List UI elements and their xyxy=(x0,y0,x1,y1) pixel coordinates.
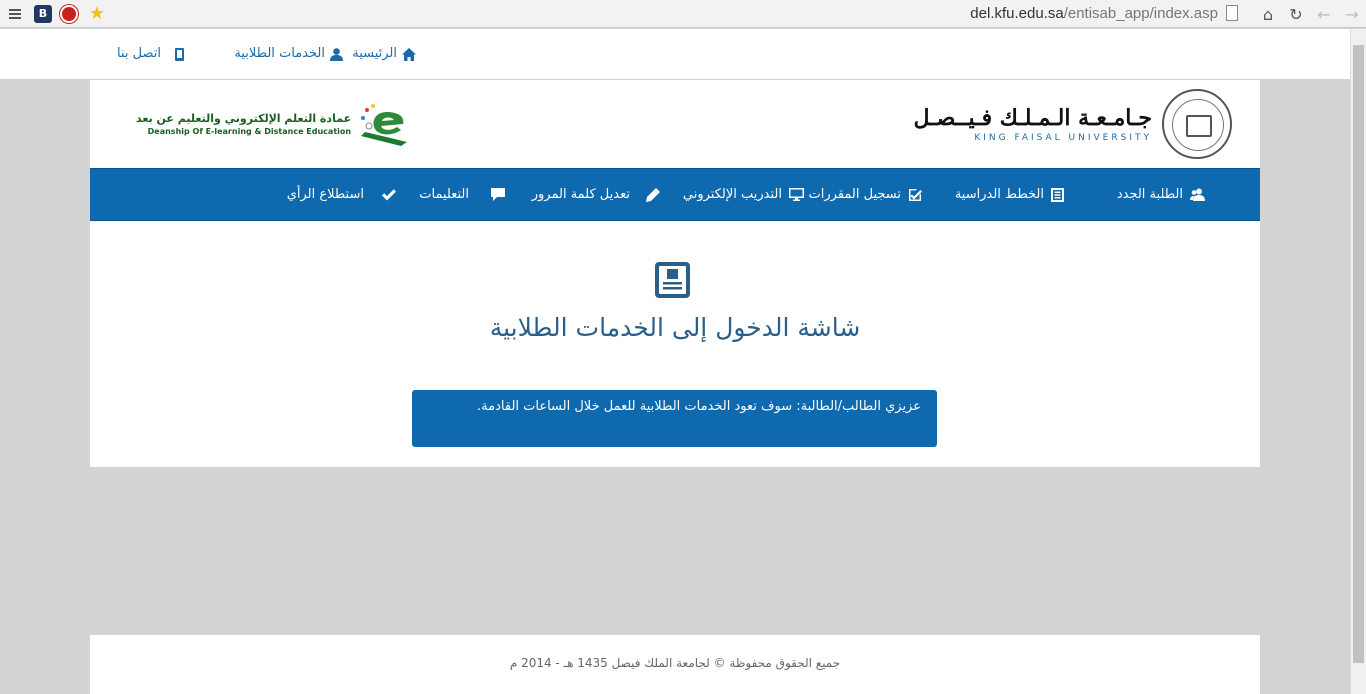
login-panel: شاشة الدخول إلى الخدمات الطلابية عزيزي ا… xyxy=(90,221,1260,467)
nav-instructions[interactable]: التعليمات xyxy=(419,169,505,220)
nav-e-training-label: التدريب الإلكتروني xyxy=(682,187,782,202)
user-icon xyxy=(330,47,343,61)
scrollbar-thumb[interactable] xyxy=(1353,45,1364,663)
nav-study-plans[interactable]: الخطط الدراسية xyxy=(955,169,1064,220)
nav-e-training[interactable]: التدريب الإلكتروني xyxy=(683,169,804,220)
kfu-logo[interactable]: جـامـعـة الـمـلـك فـيــصـل KING FAISAL U… xyxy=(913,86,1232,162)
comment-icon xyxy=(491,188,505,201)
service-notice-alert: عزيزي الطالب/الطالبة: سوف تعود الخدمات ا… xyxy=(412,390,937,447)
deanship-name-ar: عمادة التعلم الإلكتروني والتعليم عن بعد xyxy=(136,112,352,125)
nav-home-link[interactable]: الرئيسية xyxy=(352,29,416,79)
page-info-icon[interactable] xyxy=(1226,5,1238,21)
url-domain: del.kfu.edu.sa xyxy=(970,5,1064,22)
site-footer: جميع الحقوق محفوظة © لجامعة الملك فيصل 1… xyxy=(90,635,1260,694)
kfu-seal-icon xyxy=(1162,89,1232,159)
extension-b-icon[interactable]: B xyxy=(34,4,52,23)
nav-instructions-label: التعليمات xyxy=(419,187,469,202)
nav-services-link[interactable]: الخدمات الطلابية xyxy=(234,29,343,79)
monitor-icon xyxy=(789,188,804,201)
vertical-scrollbar[interactable] xyxy=(1350,29,1366,694)
nav-change-password-label: تعديل كلمة المرور xyxy=(531,187,630,202)
nav-study-plans-label: الخطط الدراسية xyxy=(954,187,1044,202)
deanship-name-en: Deanship Of E-learning & Distance Educat… xyxy=(147,127,352,136)
nav-change-password[interactable]: تعديل كلمة المرور xyxy=(532,169,660,220)
pencil-icon xyxy=(646,187,660,202)
nav-survey[interactable]: استطلاع الرأي xyxy=(287,169,396,220)
check-icon xyxy=(382,188,396,200)
nav-course-registration[interactable]: تسجيل المقررات xyxy=(809,169,922,220)
nav-course-registration-label: تسجيل المقررات xyxy=(808,187,901,202)
reload-icon[interactable]: ↻ xyxy=(1282,5,1310,24)
mobile-phone-icon xyxy=(175,47,184,61)
list-icon xyxy=(1051,187,1064,202)
back-icon[interactable]: ← xyxy=(1310,5,1338,24)
address-bar[interactable]: del.kfu.edu.sa/entisab_app/index.asp xyxy=(970,0,1218,28)
browser-menu-icon[interactable] xyxy=(0,0,30,28)
nav-new-students[interactable]: الطلبة الجدد xyxy=(1117,169,1205,220)
nav-contact-label: اتصل بنا xyxy=(117,46,161,61)
kfu-name-ar: جـامـعـة الـمـلـك فـيــصـل xyxy=(913,105,1152,131)
bookmark-star-icon[interactable]: ★ xyxy=(86,3,108,24)
users-icon xyxy=(1190,188,1205,201)
site-header: جـامـعـة الـمـلـك فـيــصـل KING FAISAL U… xyxy=(90,80,1260,168)
deanship-e-logo-icon xyxy=(361,104,408,146)
kfu-name-en: KING FAISAL UNIVERSITY xyxy=(974,133,1152,143)
top-navigation: الرئيسية الخدمات الطلابية اتصل بنا xyxy=(0,29,1350,79)
page-title: شاشة الدخول إلى الخدمات الطلابية xyxy=(489,313,861,342)
nav-survey-label: استطلاع الرأي xyxy=(286,187,364,202)
copyright-text: جميع الحقوق محفوظة © لجامعة الملك فيصل 1… xyxy=(509,656,841,670)
home-icon[interactable]: ⌂ xyxy=(1254,5,1282,24)
url-path: /entisab_app/index.asp xyxy=(1063,5,1218,22)
user-document-icon xyxy=(655,262,690,298)
deanship-logo[interactable]: عمادة التعلم الإلكتروني والتعليم عن بعد … xyxy=(136,94,413,154)
browser-toolbar: B ★ del.kfu.edu.sa/entisab_app/index.asp… xyxy=(0,0,1366,28)
edit-checkbox-icon xyxy=(909,188,922,201)
nav-services-label: الخدمات الطلابية xyxy=(234,46,325,61)
main-navigation: الطلبة الجدد الخطط الدراسية تسجيل المقرر… xyxy=(90,168,1260,221)
nav-contact-link[interactable]: اتصل بنا xyxy=(117,29,184,79)
home-icon xyxy=(402,47,416,61)
extension-stop-icon[interactable] xyxy=(60,4,78,23)
nav-home-label: الرئيسية xyxy=(352,46,397,61)
forward-icon[interactable]: → xyxy=(1338,5,1366,24)
nav-new-students-label: الطلبة الجدد xyxy=(1116,187,1183,202)
